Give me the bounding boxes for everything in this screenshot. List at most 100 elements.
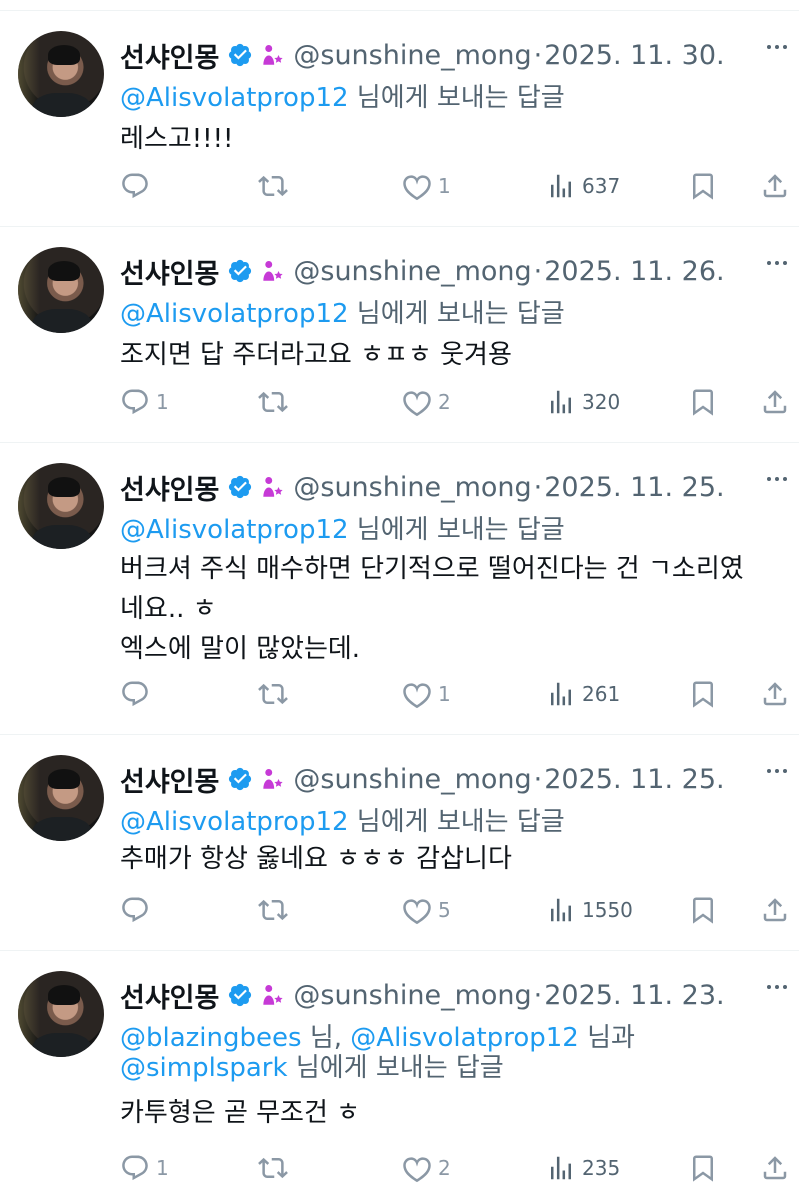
more-icon[interactable] [767, 769, 787, 773]
verified-badge-icon [229, 43, 252, 67]
bookmark-button[interactable] [688, 169, 718, 203]
avatar[interactable] [18, 247, 104, 333]
tweet-date[interactable]: 2025. 11. 26. [544, 256, 724, 287]
mention-link[interactable]: @Alisvolatprop12 [120, 807, 349, 837]
like-count: 5 [438, 898, 451, 922]
user-handle[interactable]: @sunshine_mong [293, 256, 531, 287]
user-handle[interactable]: @sunshine_mong [293, 980, 531, 1011]
share-button[interactable] [760, 1151, 790, 1185]
retweet-button[interactable] [258, 893, 294, 927]
avatar[interactable] [18, 755, 104, 841]
reply-context: @Alisvolatprop12 님에게 보내는 답글 [120, 511, 565, 549]
separator-dot: · [533, 255, 543, 287]
reply-button[interactable]: 1 [120, 385, 169, 419]
views-count: 261 [582, 682, 621, 706]
views-button[interactable]: 235 [546, 1151, 620, 1185]
retweet-icon [258, 899, 288, 921]
retweet-icon [258, 175, 288, 197]
avatar[interactable] [18, 971, 104, 1057]
share-icon [763, 682, 787, 706]
like-button[interactable]: 2 [402, 385, 451, 419]
reply-icon [122, 389, 148, 415]
tweet-date[interactable]: 2025. 11. 25. [544, 472, 724, 503]
like-button[interactable]: 1 [402, 677, 451, 711]
views-button[interactable]: 1550 [546, 893, 633, 927]
share-icon [763, 898, 787, 922]
reply-context-text: 님에게 보내는 답글 [348, 807, 565, 837]
like-count: 2 [438, 1156, 451, 1180]
tweet-header: 선샤인몽 @sunshine_mong · 2025. 11. 26. [120, 251, 725, 291]
separator-dot: · [533, 979, 543, 1011]
tweet-text: 추매가 항상 옳네요 ㅎㅎㅎ 감삽니다 [120, 844, 512, 874]
display-name[interactable]: 선샤인몽 [120, 468, 219, 507]
display-name[interactable]: 선샤인몽 [120, 976, 219, 1015]
more-icon[interactable] [767, 477, 787, 481]
views-button[interactable]: 261 [546, 677, 620, 711]
display-name[interactable]: 선샤인몽 [120, 252, 219, 291]
tweet-header: 선샤인몽 @sunshine_mong · 2025. 11. 25. [120, 759, 725, 799]
views-button[interactable]: 320 [546, 385, 620, 419]
action-bar: 1 2 235 [120, 1151, 790, 1185]
user-handle[interactable]: @sunshine_mong [293, 472, 531, 503]
reply-context: @Alisvolatprop12 님에게 보내는 답글 [120, 803, 565, 841]
share-button[interactable] [760, 385, 790, 419]
display-name[interactable]: 선샤인몽 [120, 36, 219, 75]
bookmark-icon [693, 1155, 713, 1182]
more-icon[interactable] [767, 985, 787, 989]
mention-link[interactable]: @Alisvolatprop12 [120, 299, 349, 329]
bookmark-button[interactable] [688, 1151, 718, 1185]
avatar[interactable] [18, 31, 104, 117]
views-icon [551, 174, 571, 198]
bookmark-button[interactable] [688, 893, 718, 927]
retweet-button[interactable] [258, 385, 294, 419]
tweet-text: 버크셔 주식 매수하면 단기적으로 떨어진다는 건 ㄱ소리였 네요.. ㅎ 엑스… [120, 554, 744, 664]
bookmark-icon [693, 897, 713, 924]
display-name[interactable]: 선샤인몽 [120, 760, 219, 799]
reply-button[interactable] [120, 677, 156, 711]
reply-icon [122, 681, 148, 707]
like-button[interactable]: 5 [402, 893, 451, 927]
tweet[interactable]: 선샤인몽 @sunshine_mong · 2025. 11. 25. @Ali… [0, 442, 799, 734]
reply-icon [122, 897, 148, 923]
retweet-button[interactable] [258, 677, 294, 711]
tweet-date[interactable]: 2025. 11. 23. [544, 980, 724, 1011]
bookmark-button[interactable] [688, 677, 718, 711]
share-button[interactable] [760, 677, 790, 711]
reply-button[interactable] [120, 893, 156, 927]
like-button[interactable]: 1 [402, 169, 451, 203]
views-count: 637 [582, 174, 621, 198]
reply-button[interactable] [120, 169, 156, 203]
share-button[interactable] [760, 893, 790, 927]
bookmark-button[interactable] [688, 385, 718, 419]
retweet-button[interactable] [258, 169, 294, 203]
more-icon[interactable] [767, 45, 787, 49]
tweet[interactable]: 선샤인몽 @sunshine_mong · 2025. 11. 30. @Ali… [0, 10, 799, 226]
mention-link[interactable]: @simplspark [120, 1053, 288, 1083]
verified-badge-icon [229, 475, 252, 499]
tweet[interactable]: 선샤인몽 @sunshine_mong · 2025. 11. 25. @Ali… [0, 734, 799, 950]
tweet-date[interactable]: 2025. 11. 25. [544, 764, 724, 795]
mention-link[interactable]: @Alisvolatprop12 [120, 83, 349, 113]
tweet[interactable]: 선샤인몽 @sunshine_mong · 2025. 11. 23. @bla… [0, 950, 799, 1200]
verified-badge-icon [229, 259, 252, 283]
user-handle[interactable]: @sunshine_mong [293, 40, 531, 71]
separator-dot: · [533, 39, 543, 71]
more-icon[interactable] [767, 261, 787, 265]
seedling-person-icon [263, 261, 283, 281]
avatar[interactable] [18, 463, 104, 549]
like-button[interactable]: 2 [402, 1151, 451, 1185]
heart-icon [403, 1157, 431, 1183]
user-handle[interactable]: @sunshine_mong [293, 764, 531, 795]
reply-context-text: 님에게 보내는 답글 [348, 515, 565, 545]
share-button[interactable] [760, 169, 790, 203]
retweet-icon [258, 683, 288, 705]
tweet-date[interactable]: 2025. 11. 30. [544, 40, 724, 71]
views-icon [551, 390, 571, 414]
reply-button[interactable]: 1 [120, 1151, 169, 1185]
views-icon [551, 682, 571, 706]
tweet[interactable]: 선샤인몽 @sunshine_mong · 2025. 11. 26. @Ali… [0, 226, 799, 442]
mention-link[interactable]: @Alisvolatprop12 [120, 515, 349, 545]
retweet-button[interactable] [258, 1151, 294, 1185]
views-button[interactable]: 637 [546, 169, 620, 203]
share-icon [763, 174, 787, 198]
